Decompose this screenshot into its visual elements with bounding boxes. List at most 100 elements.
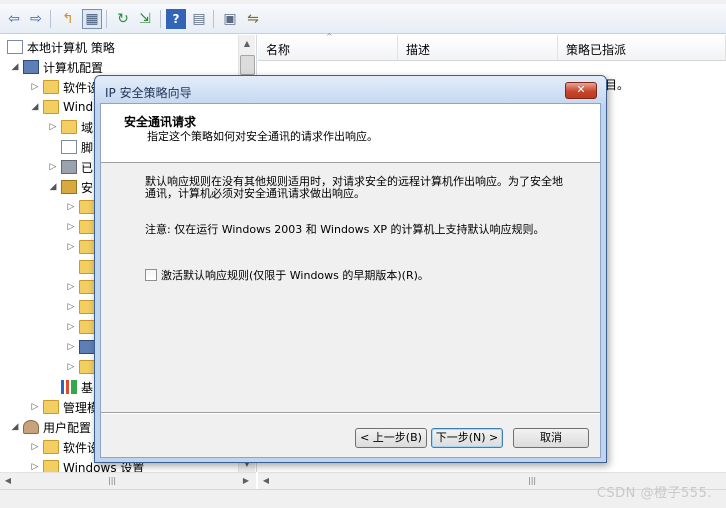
collapse-arrow-icon[interactable]: ◢ (10, 422, 20, 432)
properties-icon[interactable]: ▤ (189, 9, 209, 29)
show-hide-tree-icon[interactable]: ▦ (82, 9, 102, 29)
scroll-right-arrow-icon[interactable]: ▶ (238, 473, 254, 489)
collapse-arrow-icon[interactable]: ◢ (10, 62, 20, 72)
tree-item-local-policy[interactable]: 本地计算机 策略 (4, 37, 115, 57)
tree-item-admin-templates[interactable]: ▷ 管理模 (30, 397, 99, 417)
expand-arrow-icon[interactable]: ▷ (66, 342, 76, 352)
next-button[interactable]: 下一步(N) > (431, 428, 503, 448)
expand-arrow-icon[interactable]: ▷ (66, 302, 76, 312)
tree-item-scripts[interactable]: 脚 (58, 137, 93, 157)
scroll-grip-icon[interactable]: ||| (528, 473, 536, 489)
cancel-button[interactable]: 取消 (513, 428, 589, 448)
scroll-thumb[interactable] (240, 55, 255, 75)
toolbar-separator (50, 10, 51, 28)
button-area-divider (101, 412, 600, 414)
expand-arrow-icon[interactable]: ▷ (30, 462, 40, 472)
column-header-description[interactable]: 描述 (398, 35, 558, 61)
folder-icon (79, 300, 95, 314)
expand-arrow-icon[interactable]: ▷ (66, 222, 76, 232)
tree-item-domain[interactable]: ▷ 域 (48, 117, 93, 137)
expand-arrow-icon[interactable]: ▷ (66, 322, 76, 332)
export-list-icon[interactable]: ⇲ (135, 9, 155, 29)
printer-icon (61, 160, 77, 174)
dialog-title-bar[interactable]: IP 安全策略向导 ✕ (95, 76, 606, 104)
folder-icon (43, 440, 59, 454)
tree-item-label: 用户配置 (43, 420, 92, 435)
tree-item-label: 基 (81, 380, 94, 395)
collapse-arrow-icon[interactable]: ◢ (48, 182, 58, 192)
tree-item-windows-settings[interactable]: ◢ Wind (30, 97, 93, 117)
column-header-label: 策略已指派 (566, 43, 627, 57)
dialog-content: 安全通讯请求 指定这个策略如何对安全通讯的请求作出响应。 默认响应规则在没有其他… (100, 103, 601, 458)
user-icon (23, 420, 39, 434)
column-header-assigned[interactable]: 策略已指派 (558, 35, 726, 61)
tree-item-user-config[interactable]: ◢ 用户配置 (10, 417, 91, 437)
folder-icon (79, 220, 95, 234)
toolbar: ⇦ ⇨ ↰ ▦ ↻ ⇲ ? ▤ ▣ ⇋ (0, 4, 726, 34)
tree-item-qos[interactable]: 基 (58, 377, 93, 397)
policy-doc-icon (7, 40, 23, 54)
tree-item-user-software-settings[interactable]: ▷ 软件设 (30, 437, 99, 457)
wizard-header: 安全通讯请求 指定这个策略如何对安全通讯的请求作出响应。 (101, 104, 600, 163)
folder-icon (43, 80, 59, 94)
tree-item-label: 已 (81, 160, 94, 175)
tree-item-computer-config[interactable]: ◢ 计算机配置 (10, 57, 103, 77)
assign-icon[interactable]: ⇋ (243, 9, 263, 29)
tree-item-label: 脚 (81, 140, 94, 155)
ip-security-icon (79, 340, 95, 354)
back-button[interactable]: < 上一步(B) (355, 428, 427, 448)
expand-arrow-icon[interactable]: ▷ (66, 202, 76, 212)
column-header-label: 名称 (266, 43, 291, 57)
manage-filters-icon[interactable]: ▣ (220, 9, 240, 29)
folder-icon (79, 260, 95, 274)
bar-chart-icon (61, 380, 77, 394)
up-folder-icon[interactable]: ↰ (58, 9, 78, 29)
default-response-description: 默认响应规则在没有其他规则适用时，对请求安全的远程计算机作出响应。为了安全地通讯… (145, 175, 563, 200)
activate-default-response-option[interactable]: 激活默认响应规则(仅限于 Windows 的早期版本)(R)。 (145, 267, 429, 283)
folder-icon (79, 360, 95, 374)
tree-item-label: 计算机配置 (43, 60, 104, 75)
sort-ascending-icon: ^ (326, 32, 333, 41)
expand-arrow-icon[interactable]: ▷ (30, 402, 40, 412)
folder-icon (79, 200, 95, 214)
folder-icon (43, 400, 59, 414)
list-empty-message: 目。 (605, 78, 630, 92)
expand-arrow-icon[interactable]: ▷ (30, 82, 40, 92)
folder-icon (43, 460, 59, 472)
scroll-up-arrow-icon[interactable]: ▲ (239, 35, 255, 52)
toolbar-separator (106, 10, 107, 28)
help-icon[interactable]: ? (166, 9, 186, 29)
expand-arrow-icon[interactable]: ▷ (48, 122, 58, 132)
folder-icon (79, 280, 95, 294)
toolbar-separator (213, 10, 214, 28)
folder-icon (79, 240, 95, 254)
scroll-left-arrow-icon[interactable]: ◀ (0, 473, 16, 489)
tree-horizontal-scrollbar[interactable]: ◀ ||| ▶ (0, 472, 256, 489)
expand-arrow-icon[interactable]: ▷ (48, 162, 58, 172)
column-header-label: 描述 (406, 43, 431, 57)
expand-arrow-icon[interactable]: ▷ (66, 282, 76, 292)
compatibility-note: 注意: 仅在运行 Windows 2003 和 Windows XP 的计算机上… (145, 223, 545, 236)
refresh-icon[interactable]: ↻ (113, 9, 133, 29)
activate-default-response-checkbox[interactable] (145, 269, 157, 281)
expand-arrow-icon[interactable]: ▷ (30, 442, 40, 452)
scroll-grip-icon[interactable]: ||| (108, 473, 116, 489)
folder-icon (61, 120, 77, 134)
tree-item-security-settings[interactable]: ◢ 安 (48, 177, 93, 197)
tree-item-label: 本地计算机 策略 (27, 40, 115, 55)
dialog-title: IP 安全策略向导 (105, 86, 192, 100)
close-icon[interactable]: ✕ (565, 82, 597, 99)
expand-arrow-icon[interactable]: ▷ (66, 362, 76, 372)
collapse-arrow-icon[interactable]: ◢ (30, 102, 40, 112)
forward-arrow-icon[interactable]: ⇨ (26, 9, 46, 29)
folder-open-icon (43, 100, 59, 114)
column-header-name[interactable]: ^ 名称 (258, 32, 398, 61)
tree-item-software-settings[interactable]: ▷ 软件设 (30, 77, 99, 97)
scroll-left-arrow-icon[interactable]: ◀ (258, 473, 274, 489)
folder-icon (79, 320, 95, 334)
tree-item-label: Wind (63, 100, 94, 114)
expand-arrow-icon[interactable]: ▷ (66, 242, 76, 252)
tree-item-printers[interactable]: ▷ 已 (48, 157, 93, 177)
watermark: CSDN @橙子555. (596, 486, 712, 501)
back-arrow-icon[interactable]: ⇦ (4, 9, 24, 29)
